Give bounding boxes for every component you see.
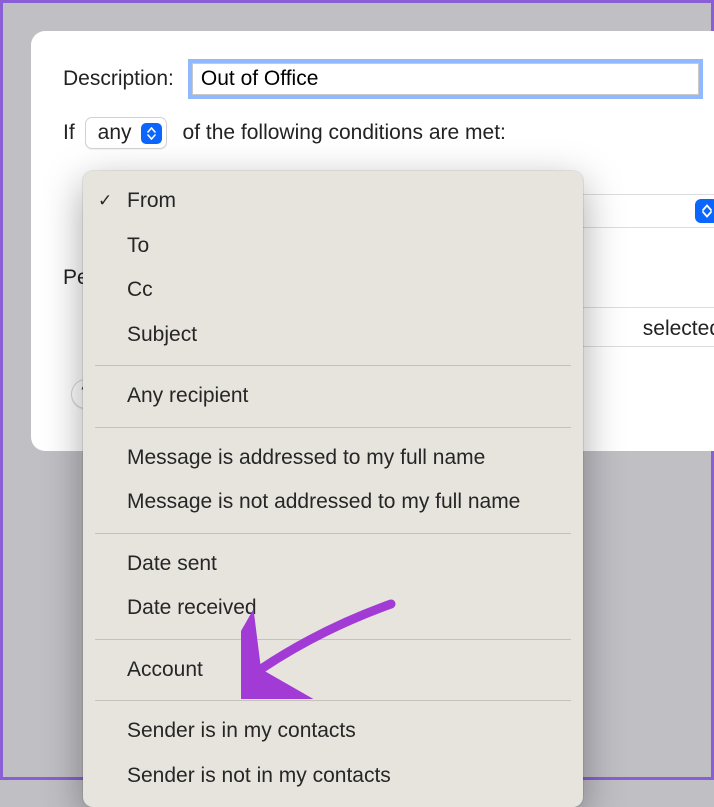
menu-item-label: Any recipient — [127, 380, 248, 413]
condition-type-dropdown[interactable]: ✓ From To Cc Subject Any recipient Message is … — [83, 171, 583, 807]
conditions-met-label: of the following conditions are met: — [183, 121, 506, 145]
menu-item[interactable]: Date received — [83, 586, 583, 631]
scope-value: any — [98, 121, 132, 145]
menu-item-label: Date sent — [127, 548, 217, 581]
menu-separator — [95, 533, 571, 534]
menu-item-label: Date received — [127, 592, 257, 625]
menu-item[interactable]: To — [83, 224, 583, 269]
menu-item[interactable]: Sender is not in my contacts — [83, 754, 583, 799]
menu-item[interactable]: Message is not addressed to my full name — [83, 480, 583, 525]
scope-popup-button[interactable]: any — [85, 117, 167, 149]
menu-item[interactable]: Date sent — [83, 542, 583, 587]
description-input[interactable] — [192, 63, 699, 95]
menu-item-label: Cc — [127, 274, 153, 307]
menu-item-label: Account — [127, 654, 203, 687]
menu-item-label: Message is not addressed to my full name — [127, 486, 520, 519]
condition-scope-row: If any of the following conditions are m… — [63, 117, 699, 149]
menu-item[interactable]: Subject — [83, 313, 583, 358]
menu-item-label: Sender is not in my contacts — [127, 760, 391, 793]
selected-text-fragment: selected — [643, 317, 714, 341]
updown-chevron-icon — [141, 123, 162, 144]
menu-item[interactable]: Account — [83, 648, 583, 693]
menu-item[interactable]: Message is addressed to my full name — [83, 436, 583, 481]
if-label: If — [63, 121, 75, 145]
menu-separator — [95, 700, 571, 701]
checkmark-icon: ✓ — [98, 188, 112, 214]
menu-item-label: Sender is in my contacts — [127, 715, 356, 748]
description-row: Description: — [63, 63, 699, 95]
menu-separator — [95, 427, 571, 428]
menu-item[interactable]: ✓ From — [83, 179, 583, 224]
menu-separator — [95, 639, 571, 640]
menu-separator — [95, 365, 571, 366]
menu-item[interactable]: Cc — [83, 268, 583, 313]
menu-item-label: To — [127, 230, 149, 263]
menu-item[interactable]: Any recipient — [83, 374, 583, 419]
condition-popup-chevron-icon[interactable] — [695, 199, 714, 223]
menu-item-label: Message is addressed to my full name — [127, 442, 485, 475]
menu-item-label: Subject — [127, 319, 197, 352]
menu-item-label: From — [127, 185, 176, 218]
description-label: Description: — [63, 67, 174, 91]
menu-item[interactable]: Sender is in my contacts — [83, 709, 583, 754]
